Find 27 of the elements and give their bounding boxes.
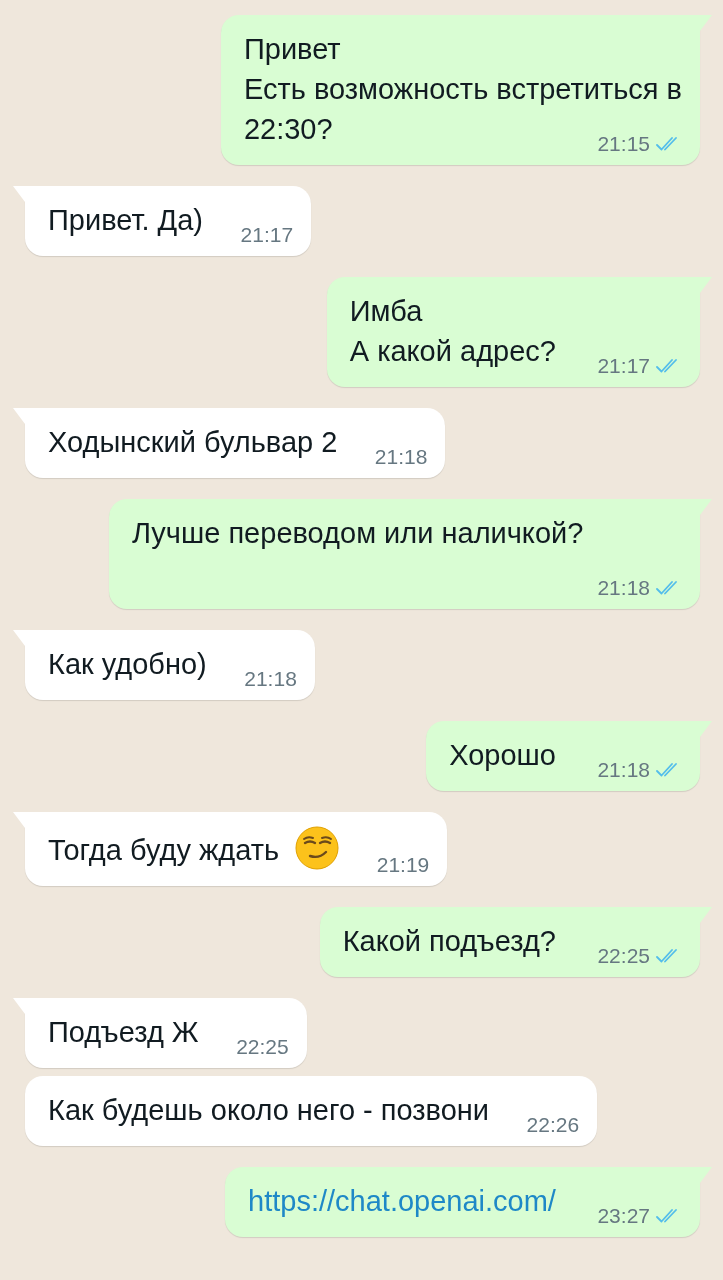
message-time: 21:17 (240, 223, 294, 247)
message-text: Как будешь около него - позвони (48, 1094, 490, 1126)
message-time: 22:26 (526, 1113, 580, 1137)
message-time: 21:18 (374, 445, 428, 469)
message-time: 23:27 (597, 1204, 650, 1228)
message-time: 22:25 (236, 1035, 289, 1059)
message-text: А какой адрес? (349, 335, 556, 367)
message-time: 21:19 (376, 853, 430, 877)
message-text: Есть возможность встретиться в (243, 73, 682, 105)
message-time: 22:25 (597, 944, 650, 968)
message-text: Тогда буду ждать (48, 834, 280, 866)
message-text: 22:30? (243, 113, 333, 145)
message-text: Лучше переводом или наличкой? (132, 517, 584, 549)
message-time: 21:17 (597, 354, 650, 378)
message-text: Хорошо (449, 739, 556, 771)
message-time: 21:18 (597, 758, 650, 782)
message-text: Привет (243, 33, 341, 65)
message-text: Как удобно) (48, 648, 207, 680)
message-text: Ходынский бульвар 2 (48, 426, 338, 458)
message-time: 21:18 (597, 576, 650, 600)
message-text: Имба (349, 295, 423, 327)
message-time: 21:15 (597, 132, 650, 156)
message-text: Какой подъезд? (342, 925, 556, 957)
message-time: 21:18 (244, 667, 297, 691)
message-text: Привет. Да) (48, 204, 204, 236)
message-text: Подъезд Ж (48, 1016, 199, 1048)
message-link[interactable]: https://chat.openai.com/ (248, 1185, 556, 1217)
